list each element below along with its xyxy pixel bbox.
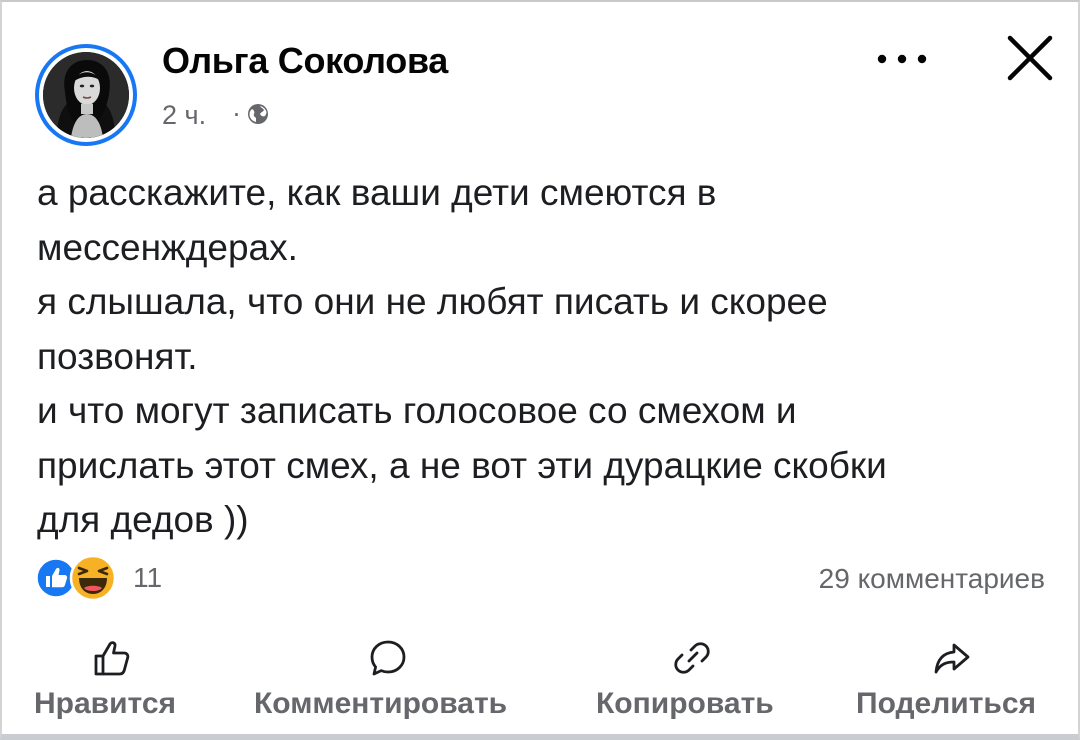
comment-button[interactable]: Комментировать [252, 632, 542, 728]
thumbs-up-icon [94, 641, 130, 676]
post-text-line: позвонят. [37, 335, 198, 377]
like-label: Нравится [34, 687, 177, 720]
like-button[interactable]: Нравится [32, 632, 192, 728]
copy-button[interactable]: Копировать [594, 632, 794, 728]
share-button[interactable]: Поделиться [854, 632, 1054, 728]
reactions-summary[interactable]: 11 [35, 554, 335, 604]
post-text-line: мессенждерах. [37, 226, 298, 268]
comment-label: Комментировать [254, 687, 508, 720]
author-name[interactable]: Ольга Соколова [162, 40, 448, 82]
post-text-line: для дедов )) [37, 499, 249, 540]
post-viewer: Ольга Соколова 2 ч. · а расскажите, как [0, 0, 1080, 740]
post-header: Ольга Соколова 2 ч. · [2, 2, 1080, 152]
post-text-line: я слышала, что они не любят писать и ско… [37, 281, 828, 322]
share-label: Поделиться [856, 687, 1037, 720]
copy-label: Копировать [596, 687, 774, 720]
comment-bubble-icon [370, 640, 406, 676]
avatar-photo [43, 52, 129, 138]
globe-icon [248, 104, 268, 124]
post-text-line: а расскажите, как ваши дети смеются в [37, 172, 717, 213]
avatar[interactable] [35, 44, 137, 146]
haha-reaction-icon [69, 554, 117, 602]
reaction-count: 11 [133, 562, 163, 593]
post-text: а расскажите, как ваши дети смеются в ме… [37, 166, 1047, 548]
more-dots-icon [877, 54, 927, 64]
avatar-border [39, 48, 133, 142]
close-button[interactable] [998, 26, 1062, 90]
share-arrow-icon [934, 643, 970, 674]
meta-separator: · [232, 98, 241, 128]
link-icon [674, 642, 710, 674]
action-bar: Нравится Комментировать Копировать Подел… [2, 632, 1080, 732]
post-time[interactable]: 2 ч. [162, 100, 206, 131]
close-icon [1007, 35, 1053, 81]
post-text-line: прислать этот смех, а не вот эти дурацки… [37, 444, 887, 486]
post-text-line: и что могут записать голосовое со смехом… [37, 390, 797, 431]
comments-count[interactable]: 29 комментариев [819, 563, 1045, 595]
more-options-button[interactable] [870, 34, 934, 84]
